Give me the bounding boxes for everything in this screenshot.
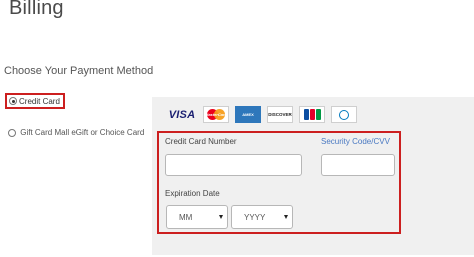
diners-club-circle — [339, 109, 349, 120]
month-dropdown-arrow-icon — [219, 215, 223, 219]
payment-method-heading: Choose Your Payment Method — [4, 65, 154, 77]
expiration-year-select[interactable]: YYYY — [231, 205, 293, 229]
security-code-link[interactable]: Security Code/CVV — [321, 137, 390, 146]
page-title: Billing — [9, 0, 64, 19]
diners-club-logo — [331, 106, 357, 123]
card-number-label: Credit Card Number — [165, 137, 237, 146]
expiration-month-value: MM — [179, 212, 193, 222]
credit-card-radio[interactable] — [9, 97, 17, 105]
discover-logo-text: DISCOVER — [268, 112, 292, 117]
mastercard-logo: MasterCard — [203, 106, 229, 123]
discover-logo: DISCOVER — [267, 106, 293, 123]
expiration-month-select[interactable]: MM — [166, 205, 228, 229]
card-number-input[interactable] — [165, 154, 302, 176]
year-dropdown-arrow-icon — [284, 215, 288, 219]
visa-logo: VISA — [167, 106, 197, 123]
visa-logo-text: VISA — [168, 108, 196, 121]
security-code-input[interactable] — [321, 154, 395, 176]
gift-card-radio[interactable] — [8, 128, 16, 137]
amex-logo-text: AMEX — [242, 112, 254, 117]
accepted-cards-logos: VISA MasterCard AMEX DISCOVER — [167, 106, 363, 123]
jcb-blue-strip — [303, 109, 309, 120]
expiration-date-label: Expiration Date — [165, 189, 220, 198]
amex-logo: AMEX — [235, 106, 261, 123]
payment-option-credit-card[interactable]: Credit Card — [5, 93, 65, 109]
jcb-red-strip — [309, 109, 315, 120]
expiration-year-value: YYYY — [244, 212, 266, 222]
gift-card-option-label: Gift Card Mall eGift or Choice Card — [20, 128, 145, 137]
jcb-logo — [299, 106, 325, 123]
mastercard-logo-text: MasterCard — [204, 112, 227, 117]
jcb-green-strip — [315, 109, 321, 120]
credit-card-option-label: Credit Card — [19, 96, 60, 106]
payment-option-gift-card[interactable]: Gift Card Mall eGift or Choice Card — [8, 127, 146, 138]
